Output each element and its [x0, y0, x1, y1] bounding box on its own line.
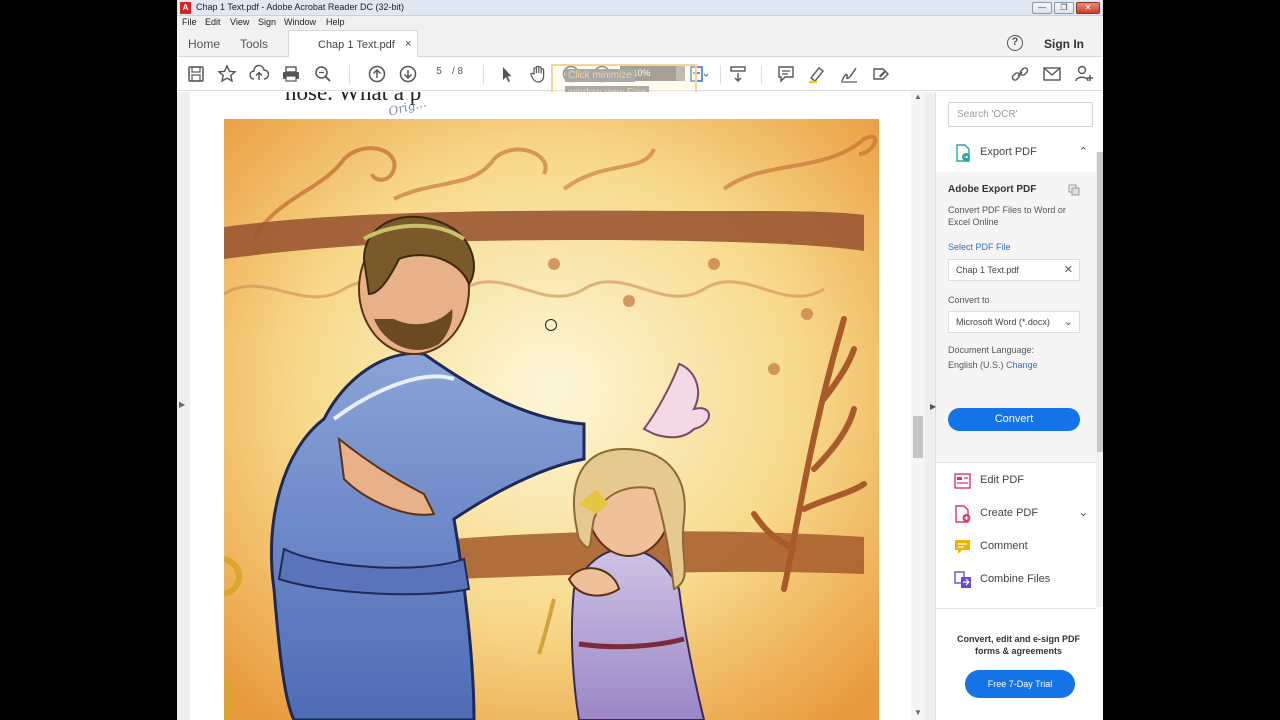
scroll-mode-icon[interactable] [728, 64, 748, 84]
menu-file[interactable]: File [182, 17, 197, 27]
chevron-down-icon: ⌄ [1063, 316, 1073, 328]
convert-to-label: Convert to [948, 295, 990, 305]
export-pdf-icon [956, 144, 970, 162]
edit-pdf-label: Edit PDF [980, 474, 1025, 486]
page-total: / 8 [452, 66, 464, 77]
document-language-label: Document Language: [948, 345, 1035, 355]
page-number-input[interactable]: 5 [429, 66, 449, 77]
export-pdf-label: Export PDF [980, 146, 1037, 158]
email-icon[interactable] [1042, 64, 1062, 84]
export-pdf-panel: Adobe Export PDF Convert PDF Files to Wo… [936, 172, 1096, 462]
add-user-icon[interactable] [1074, 64, 1094, 84]
menu-bar: File Edit View Sign Window Help [177, 16, 1103, 30]
highlight-icon[interactable] [807, 64, 827, 84]
clear-file-icon[interactable]: ✕ [1064, 263, 1073, 276]
change-language-link[interactable]: Change [1006, 360, 1038, 370]
scrollbar-thumb[interactable] [913, 416, 923, 458]
menu-edit[interactable]: Edit [205, 17, 221, 27]
close-window-button[interactable]: ✕ [1076, 2, 1100, 14]
bookmark-star-icon[interactable] [217, 64, 237, 84]
document-viewport[interactable]: ▶ nose. What a p Orig... [177, 92, 935, 720]
sign-icon[interactable] [839, 64, 859, 84]
scroll-up-icon[interactable]: ▲ [914, 92, 922, 101]
document-language-value: English (U.S.) [948, 360, 1004, 370]
tools-search-input[interactable]: Search 'OCR' [948, 102, 1093, 127]
convert-button[interactable]: Convert [948, 408, 1080, 431]
promo-text: Convert, edit and e-sign PDF forms & agr… [956, 634, 1080, 656]
close-tab-icon[interactable]: × [405, 38, 411, 50]
left-panel-toggle-icon[interactable]: ▶ [179, 400, 185, 409]
fill-sign-icon[interactable] [871, 64, 891, 84]
acrobat-window: A Chap 1 Text.pdf - Adobe Acrobat Reader… [177, 0, 1103, 720]
chevron-down-icon[interactable]: ⌄ [1079, 506, 1088, 519]
selected-file-field[interactable]: Chap 1 Text.pdf ✕ [948, 259, 1080, 281]
free-trial-button[interactable]: Free 7-Day Trial [965, 670, 1075, 698]
menu-view[interactable]: View [230, 17, 249, 27]
export-pdf-tool[interactable]: Export PDF ⌃ [954, 143, 1094, 163]
promo-panel: Convert, edit and e-sign PDF forms & agr… [936, 608, 1096, 720]
tab-tools[interactable]: Tools [240, 37, 268, 51]
story-illustration [224, 119, 879, 720]
save-icon[interactable] [186, 64, 206, 84]
menu-sign[interactable]: Sign [258, 17, 276, 27]
convert-format-select[interactable]: Microsoft Word (*.docx) ⌄ [948, 311, 1080, 333]
copy-icon[interactable] [1068, 184, 1080, 196]
comment-tool[interactable]: Comment [954, 537, 1094, 557]
tab-home[interactable]: Home [188, 37, 220, 51]
toolbar-separator [349, 65, 350, 84]
divider [936, 462, 1096, 463]
document-language-row: English (U.S.) Change [948, 360, 1038, 370]
tooltip-line-1: Click minimize [565, 69, 635, 82]
create-pdf-label: Create PDF [980, 507, 1039, 519]
combine-files-icon [954, 571, 971, 588]
right-tools-pane: ▶ Search 'OCR' Export PDF ⌃ Adobe Export… [930, 92, 1103, 720]
minimize-button[interactable]: — [1032, 2, 1052, 14]
pane-scrollbar[interactable] [1096, 152, 1103, 607]
chevron-up-icon[interactable]: ⌃ [1079, 145, 1088, 158]
menu-help[interactable]: Help [326, 17, 345, 27]
create-pdf-tool[interactable]: Create PDF ⌄ [954, 504, 1094, 524]
title-bar: A Chap 1 Text.pdf - Adobe Acrobat Reader… [177, 0, 1103, 16]
comment-tool-icon [955, 540, 970, 554]
tab-document[interactable]: Chap 1 Text.pdf × [288, 30, 418, 58]
page-down-icon[interactable] [398, 64, 418, 84]
combine-files-tool[interactable]: Combine Files [954, 570, 1094, 590]
select-pdf-file-label[interactable]: Select PDF File [948, 242, 1011, 252]
upload-icon[interactable] [249, 64, 270, 84]
hand-icon[interactable] [528, 64, 548, 84]
scroll-down-icon[interactable]: ▼ [914, 708, 922, 717]
pdf-page[interactable]: nose. What a p Orig... [190, 92, 911, 720]
create-pdf-icon [955, 505, 971, 523]
help-icon[interactable]: ? [1007, 35, 1023, 51]
menu-window[interactable]: Window [284, 17, 316, 27]
convert-format-value: Microsoft Word (*.docx) [956, 317, 1050, 327]
cursor-circle-icon [545, 319, 557, 331]
comment-label: Comment [980, 540, 1028, 552]
tab-document-label: Chap 1 Text.pdf [318, 39, 395, 51]
document-scrollbar[interactable]: ▲ ▼ [911, 92, 925, 720]
edit-pdf-tool[interactable]: Edit PDF [954, 471, 1094, 491]
toolbar-separator [720, 65, 721, 84]
search-zoom-icon[interactable] [313, 64, 333, 84]
export-description: Convert PDF Files to Word or Excel Onlin… [948, 205, 1066, 227]
restore-button[interactable]: ❐ [1054, 2, 1074, 14]
pane-scrollbar-thumb[interactable] [1097, 152, 1103, 452]
edit-pdf-icon [954, 473, 971, 489]
acrobat-app-icon: A [180, 2, 191, 14]
share-link-icon[interactable] [1010, 64, 1030, 84]
window-title: Chap 1 Text.pdf - Adobe Acrobat Reader D… [196, 2, 404, 12]
toolbar-separator [483, 65, 484, 84]
file-name: Chap 1 Text.pdf [956, 265, 1019, 275]
sign-in-button[interactable]: Sign In [1044, 37, 1084, 51]
toolbar-separator [761, 65, 762, 84]
page-up-icon[interactable] [367, 64, 387, 84]
export-heading: Adobe Export PDF [948, 184, 1037, 195]
select-cursor-icon[interactable] [497, 64, 517, 84]
combine-files-label: Combine Files [980, 573, 1051, 585]
print-icon[interactable] [281, 64, 301, 84]
tab-bar: Home Tools Chap 1 Text.pdf × ? Sign In [177, 30, 1103, 58]
comment-icon[interactable] [776, 64, 796, 84]
